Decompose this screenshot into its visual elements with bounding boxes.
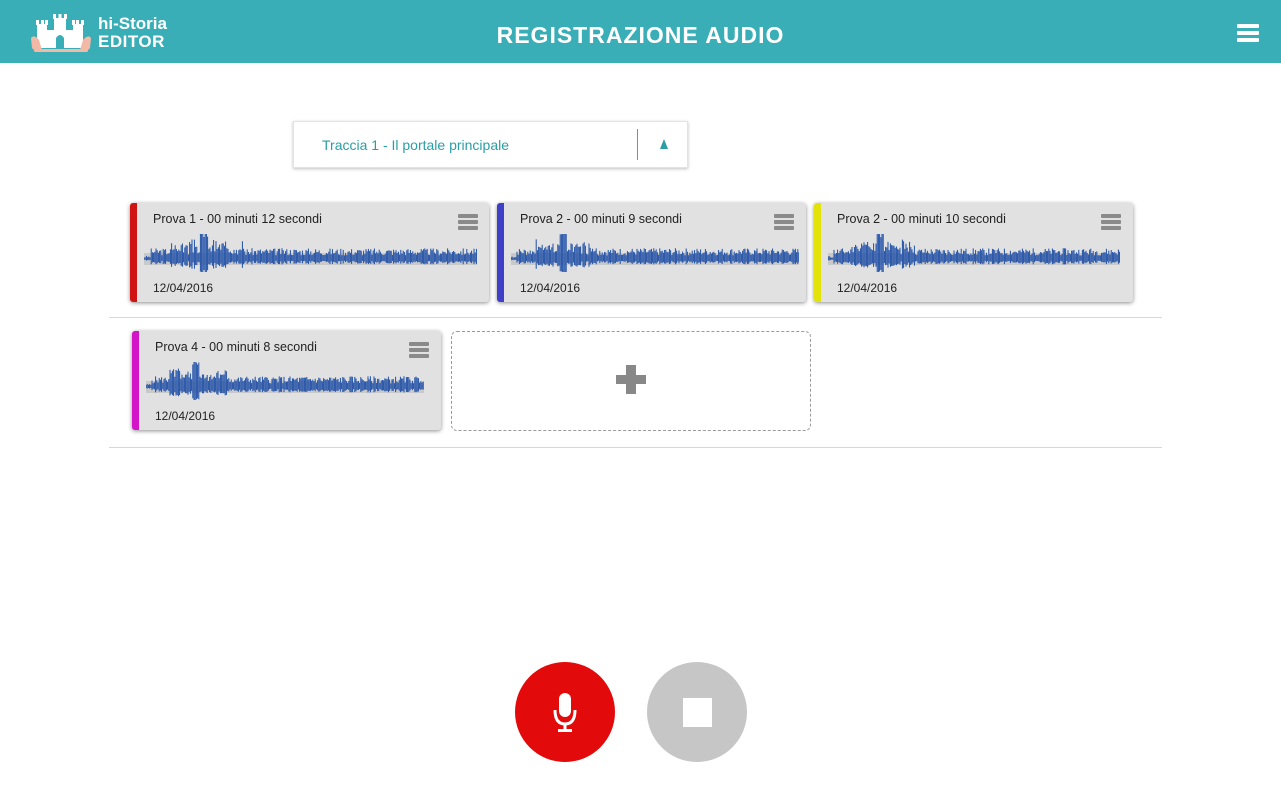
recording-title: Prova 2 - 00 minuti 10 secondi [837, 212, 1006, 226]
recording-title: Prova 4 - 00 minuti 8 secondi [155, 340, 317, 354]
waveform-icon [511, 234, 799, 272]
stop-icon [683, 698, 712, 727]
recording-date: 12/04/2016 [520, 281, 581, 295]
track-selector-dropdown[interactable]: Traccia 1 - Il portale principale [293, 121, 688, 168]
recording-card[interactable]: Prova 4 - 00 minuti 8 secondi 12/04/2016 [132, 331, 441, 430]
recording-title: Prova 2 - 00 minuti 9 secondi [520, 212, 682, 226]
add-recording-button[interactable] [451, 331, 811, 431]
row-divider [109, 317, 1162, 318]
hamburger-menu-icon[interactable] [1237, 24, 1259, 42]
recording-menu-icon[interactable] [1101, 214, 1121, 232]
logo-text: hi-Storia EDITOR [98, 15, 167, 51]
recording-menu-icon[interactable] [409, 342, 429, 360]
waveform-icon [144, 234, 477, 272]
recording-color-stripe [130, 203, 137, 302]
recording-title: Prova 1 - 00 minuti 12 secondi [153, 212, 322, 226]
recording-card[interactable]: Prova 2 - 00 minuti 10 secondi 12/04/201… [814, 203, 1133, 302]
logo-line2: EDITOR [98, 32, 165, 51]
record-button[interactable] [515, 662, 615, 762]
plus-icon-vertical [626, 365, 636, 394]
row-divider [109, 447, 1162, 448]
track-selector-label: Traccia 1 - Il portale principale [322, 137, 510, 153]
recording-card[interactable]: Prova 2 - 00 minuti 9 secondi 12/04/2016 [497, 203, 806, 302]
waveform-icon [146, 362, 424, 400]
waveform-icon [828, 234, 1120, 272]
recording-card[interactable]: Prova 1 - 00 minuti 12 secondi 12/04/201… [130, 203, 489, 302]
caret-up-icon[interactable] [659, 138, 669, 150]
recording-color-stripe [814, 203, 821, 302]
top-bar: hi-Storia EDITOR REGISTRAZIONE AUDIO [0, 0, 1281, 63]
stop-button[interactable] [647, 662, 747, 762]
logo-line1: hi-Storia [98, 14, 167, 33]
recording-menu-icon[interactable] [458, 214, 478, 232]
castle-logo-icon [31, 14, 91, 52]
microphone-icon [553, 693, 577, 732]
recording-date: 12/04/2016 [155, 409, 216, 423]
recording-color-stripe [132, 331, 139, 430]
app-logo[interactable]: hi-Storia EDITOR [30, 10, 180, 56]
recording-date: 12/04/2016 [837, 281, 898, 295]
recording-color-stripe [497, 203, 504, 302]
track-selector-divider [637, 129, 638, 160]
recording-date: 12/04/2016 [153, 281, 214, 295]
recording-menu-icon[interactable] [774, 214, 794, 232]
page-title: REGISTRAZIONE AUDIO [496, 22, 785, 48]
